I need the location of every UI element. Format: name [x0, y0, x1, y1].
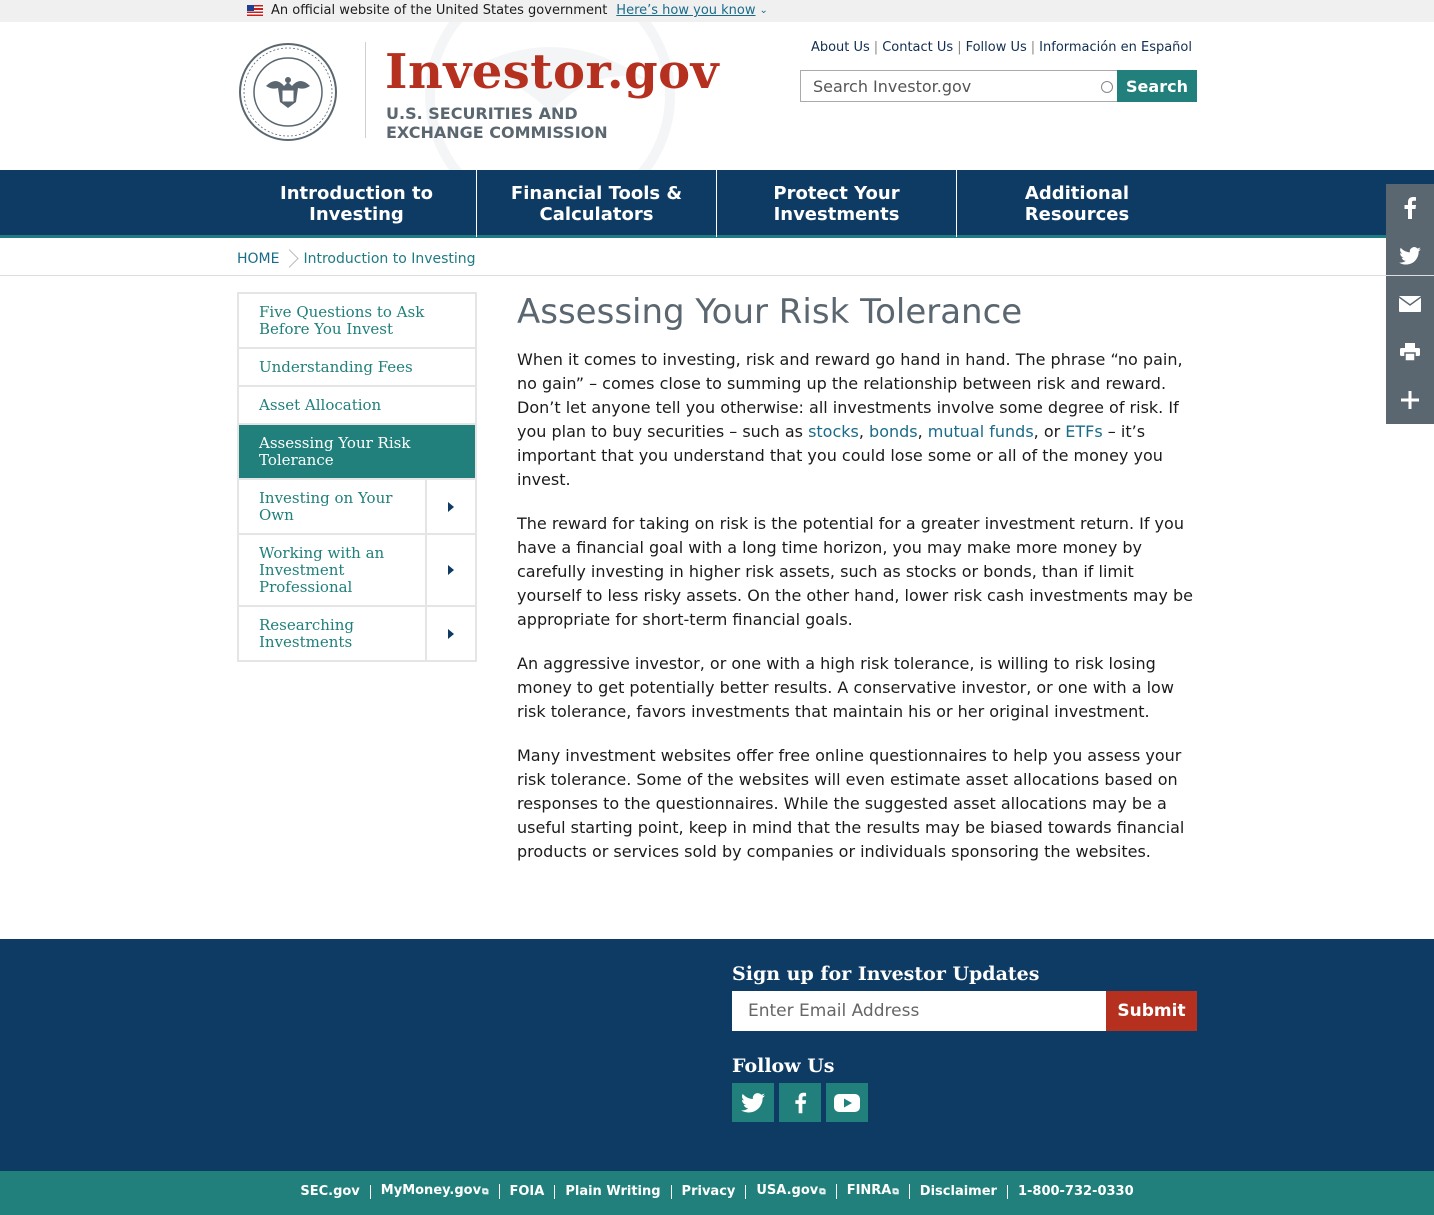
sidebar-item-label: Five Questions to Ask Before You Invest: [259, 303, 425, 338]
footer-link-plain-writing[interactable]: Plain Writing: [555, 1184, 672, 1199]
comma-or: , or: [1033, 422, 1066, 441]
nav-financial-tools[interactable]: Financial Tools & Calculators: [477, 170, 717, 237]
external-link-icon: ⧉: [892, 1187, 899, 1197]
caret-right-icon: [448, 501, 454, 512]
footer-link-finra[interactable]: FINRA⧉: [837, 1184, 910, 1199]
logo-divider: [365, 42, 366, 138]
utility-links: About Us | Contact Us | Follow Us | Info…: [811, 40, 1192, 55]
stocks-link[interactable]: stocks: [808, 422, 859, 441]
footer: Sign up for Investor Updates Enter Email…: [0, 939, 1434, 1171]
site-title[interactable]: Investor.gov: [385, 48, 719, 96]
sidebar-item-five-questions[interactable]: Five Questions to Ask Before You Invest: [239, 294, 475, 349]
sidebar-item-label: Working with an Investment Professional: [259, 544, 385, 596]
footer-phone[interactable]: 1-800-732-0330: [1008, 1184, 1144, 1199]
main-content: Assessing Your Risk Tolerance When it co…: [517, 292, 1201, 884]
espanol-link[interactable]: Información en Español: [1039, 40, 1192, 55]
separator: |: [873, 40, 879, 55]
comma: ,: [917, 422, 928, 441]
nav-protect-your-investments[interactable]: Protect Your Investments: [717, 170, 957, 237]
agency-name: U.S. SECURITIES AND EXCHANGE COMMISSION: [386, 104, 646, 142]
follow-us-link[interactable]: Follow Us: [966, 40, 1027, 55]
separator: |: [957, 40, 962, 55]
agency-name-line1: U.S. SECURITIES AND: [386, 104, 578, 123]
footer-link-label: MyMoney.gov: [380, 1183, 482, 1198]
sidebar-item-label: Assessing Your Risk Tolerance: [259, 434, 411, 469]
etfs-link[interactable]: ETFs: [1065, 422, 1102, 441]
sec-seal-icon: [239, 43, 337, 141]
sidebar-item-label: Asset Allocation: [259, 396, 382, 414]
search-placeholder: Search Investor.gov: [813, 77, 972, 96]
gov-banner: An official website of the United States…: [0, 0, 1434, 22]
footer-link-sec[interactable]: SEC.gov: [290, 1184, 371, 1199]
expand-toggle[interactable]: [425, 535, 475, 605]
chevron-down-icon[interactable]: ⌄: [760, 5, 768, 16]
search-indicator-icon: [1101, 81, 1113, 93]
sidebar-item-label: Researching Investments: [259, 616, 354, 651]
paragraph-1: When it comes to investing, risk and rew…: [517, 348, 1201, 492]
search-button[interactable]: Search: [1117, 70, 1197, 102]
email-field[interactable]: Enter Email Address: [732, 991, 1106, 1031]
footer-link-mymoney[interactable]: MyMoney.gov⧉: [371, 1184, 500, 1199]
breadcrumb-home[interactable]: HOME: [237, 251, 279, 267]
signup-form: Enter Email Address Submit: [732, 991, 1197, 1031]
signup-title: Sign up for Investor Updates: [732, 963, 1040, 985]
gov-banner-text: An official website of the United States…: [271, 3, 608, 18]
search-input[interactable]: Search Investor.gov: [800, 70, 1117, 102]
paragraph-3: An aggressive investor, or one with a hi…: [517, 654, 1174, 721]
footer-links-bar: SEC.gov MyMoney.gov⧉ FOIA Plain Writing …: [0, 1171, 1434, 1215]
sidebar-item-risk-tolerance[interactable]: Assessing Your Risk Tolerance: [239, 425, 475, 480]
nav-introduction-to-investing[interactable]: Introduction to Investing: [237, 170, 477, 237]
footer-link-usa-gov[interactable]: USA.gov⧉: [746, 1183, 837, 1199]
share-bar: [1386, 184, 1434, 424]
footer-link-label: USA.gov: [756, 1183, 819, 1198]
sidebar-item-asset-allocation[interactable]: Asset Allocation: [239, 387, 475, 425]
footer-link-label: FINRA: [846, 1183, 892, 1198]
more-icon[interactable]: [1386, 376, 1434, 424]
expand-toggle[interactable]: [425, 480, 475, 533]
paragraph-4: Many investment websites offer free onli…: [517, 746, 1185, 861]
sidebar-item-working-with-professional[interactable]: Working with an Investment Professional: [239, 535, 475, 607]
site-header: Investor.gov U.S. SECURITIES AND EXCHANG…: [0, 22, 1434, 170]
us-flag-icon: [247, 5, 263, 16]
follow-us-title: Follow Us: [732, 1055, 835, 1077]
youtube-icon[interactable]: [826, 1083, 868, 1122]
caret-right-icon: [448, 628, 454, 639]
contact-us-link[interactable]: Contact Us: [882, 40, 953, 55]
submit-button[interactable]: Submit: [1106, 991, 1197, 1031]
caret-right-icon: [448, 565, 454, 575]
social-links: [732, 1083, 868, 1122]
separator: |: [1030, 40, 1036, 55]
sidebar-item-researching-investments[interactable]: Researching Investments: [239, 607, 475, 660]
paragraph-2: The reward for taking on risk is the pot…: [517, 514, 1193, 629]
footer-link-privacy[interactable]: Privacy: [672, 1184, 747, 1199]
breadcrumb-separator: [287, 249, 295, 269]
facebook-icon[interactable]: [1386, 184, 1434, 232]
sidebar-item-investing-on-your-own[interactable]: Investing on Your Own: [239, 480, 475, 535]
about-us-link[interactable]: About Us: [811, 40, 870, 55]
agency-name-line2: EXCHANGE COMMISSION: [386, 123, 608, 142]
comma: ,: [858, 422, 870, 441]
footer-link-disclaimer[interactable]: Disclaimer: [910, 1184, 1008, 1199]
footer-link-foia[interactable]: FOIA: [500, 1184, 556, 1199]
mutual-funds-link[interactable]: mutual funds: [928, 422, 1034, 441]
email-icon[interactable]: [1386, 280, 1434, 328]
page-title: Assessing Your Risk Tolerance: [517, 292, 1023, 332]
print-icon[interactable]: [1386, 328, 1434, 376]
main-navigation: Introduction to Investing Financial Tool…: [0, 170, 1434, 238]
nav-additional-resources[interactable]: Additional Resources: [957, 170, 1197, 237]
sidebar-nav: Five Questions to Ask Before You Invest …: [237, 292, 477, 662]
sidebar-item-understanding-fees[interactable]: Understanding Fees: [239, 349, 475, 387]
search-form: Search Investor.gov Search: [800, 70, 1197, 102]
facebook-icon[interactable]: [779, 1083, 821, 1122]
breadcrumb-current[interactable]: Introduction to Investing: [303, 251, 475, 267]
external-link-icon: ⧉: [819, 1187, 826, 1197]
expand-toggle[interactable]: [425, 607, 475, 660]
breadcrumb: HOME Introduction to Investing: [0, 241, 1434, 276]
sidebar-item-label: Understanding Fees: [259, 358, 413, 376]
twitter-icon[interactable]: [732, 1083, 774, 1122]
bonds-link[interactable]: bonds: [869, 422, 918, 441]
heres-how-you-know-link[interactable]: Here’s how you know: [616, 3, 755, 18]
external-link-icon: ⧉: [482, 1187, 489, 1197]
sidebar-item-label: Investing on Your Own: [259, 489, 393, 524]
